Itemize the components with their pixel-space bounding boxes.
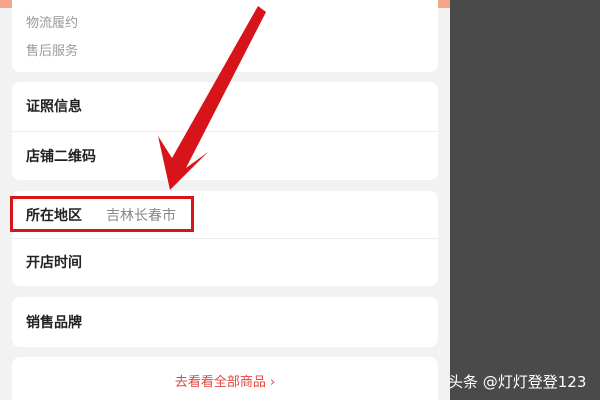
red-arrow-annotation <box>158 6 266 190</box>
watermark-text: 头条 @灯灯登登123 <box>448 373 587 391</box>
side-pane <box>450 0 600 400</box>
mobile-screen: 物流履约 售后服务 证照信息 店铺二维码 所在地区 吉林长春市 开店时间 销售品… <box>0 0 450 400</box>
